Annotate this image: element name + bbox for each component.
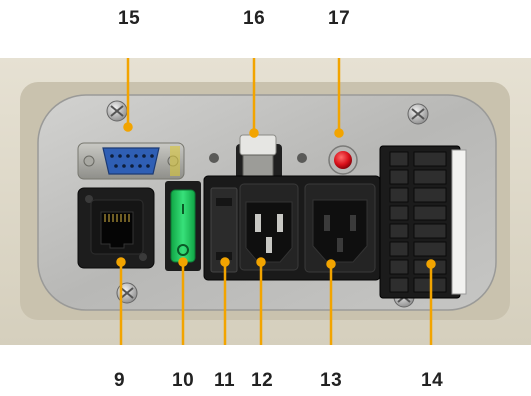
callout-label-13: 13: [320, 370, 343, 391]
callout-label-9: 9: [114, 370, 126, 391]
callout-label-17: 17: [328, 8, 351, 29]
callout-label-14: 14: [421, 370, 444, 391]
callout-label-10: 10: [172, 370, 195, 391]
panel-photo: [0, 58, 531, 345]
callout-label-11: 11: [214, 370, 236, 391]
connector-panel-figure: 15 16 17 9 10 11 12 13 14: [0, 0, 531, 396]
terminal-block-icon: [379, 145, 467, 299]
iec-inlet-icon: [239, 183, 299, 271]
red-indicator-lamp-icon: [328, 145, 358, 175]
db9-serial-port-icon: [77, 142, 185, 180]
callout-label-15: 15: [118, 8, 141, 29]
iec-outlet-icon: [304, 183, 376, 273]
power-entry-module: [203, 175, 381, 281]
rj45-ethernet-port-icon: [77, 187, 155, 269]
plate-screw-icon: [407, 103, 429, 125]
callout-label-12: 12: [251, 370, 274, 391]
callout-label-16: 16: [243, 8, 266, 29]
plate-screw-icon: [106, 100, 128, 122]
